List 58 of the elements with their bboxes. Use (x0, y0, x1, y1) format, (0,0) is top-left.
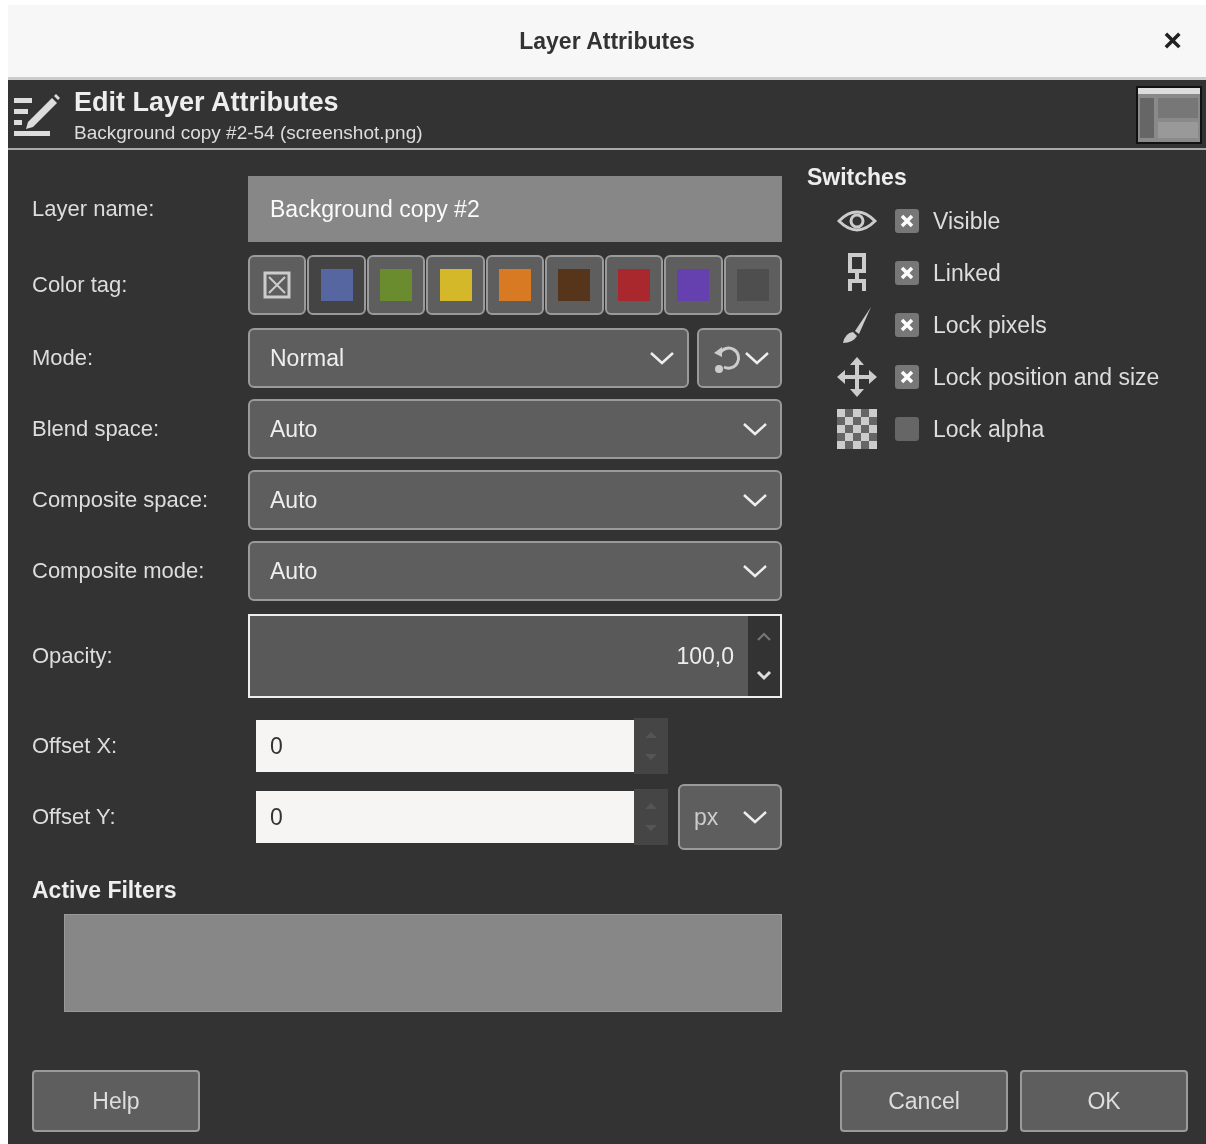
field-label: Offset X: (32, 733, 119, 759)
switch-label: Lock position and size (933, 363, 1160, 391)
section-title: Active Filters (32, 877, 178, 904)
checkbox[interactable] (895, 365, 919, 389)
offset-y-field[interactable]: 0 (256, 791, 634, 843)
chevron-down-icon (649, 350, 675, 366)
window-title: Layer Attributes (519, 27, 695, 55)
color-tag-button[interactable] (723, 255, 782, 315)
space-dropdown[interactable]: Auto (248, 541, 782, 601)
color-tag-button[interactable] (248, 255, 307, 315)
chevron-down-icon (742, 809, 768, 825)
checkbox[interactable] (895, 417, 919, 441)
space-dropdown[interactable]: Auto (248, 399, 782, 459)
opacity-spinbox[interactable]: 100,0 (248, 614, 782, 698)
space-dropdown[interactable]: Auto (248, 470, 782, 530)
chevron-down-icon (742, 492, 768, 508)
close-button[interactable]: × (1157, 25, 1188, 55)
move-icon (837, 357, 877, 397)
checkbox[interactable] (895, 209, 919, 233)
field-label: Offset Y: (32, 804, 117, 830)
dialog-subtitle: Background copy #2-54 (screenshot.png) (74, 121, 424, 144)
layer-name-field[interactable]: Background copy #2 (248, 176, 782, 242)
field-label: Composite space: (32, 487, 210, 513)
color-tag-button[interactable] (604, 255, 664, 315)
help-button[interactable]: Help (32, 1070, 200, 1132)
color-tag-button[interactable] (485, 255, 545, 315)
field-label: Color tag: (32, 272, 129, 298)
switch-label: Lock pixels (933, 311, 1047, 339)
ok-button[interactable]: OK (1020, 1070, 1188, 1132)
chevron-down-icon (743, 350, 770, 366)
mode-dropdown[interactable]: Normal (248, 328, 689, 388)
checkbox[interactable] (895, 261, 919, 285)
layer-thumbnail (1136, 86, 1202, 144)
cancel-button[interactable]: Cancel (840, 1070, 1008, 1132)
color-tag-button[interactable] (664, 255, 723, 315)
checkerboard-icon (837, 409, 877, 449)
color-tag-button[interactable] (366, 255, 426, 315)
switch-label: Lock alpha (933, 415, 1045, 443)
switch-label: Linked (933, 259, 1001, 287)
switch-label: Visible (933, 207, 1001, 235)
section-title: Switches (807, 164, 908, 191)
checkbox[interactable] (895, 313, 919, 337)
field-label: Layer name: (32, 196, 156, 222)
color-tag-button[interactable] (545, 255, 604, 315)
color-tag-button[interactable] (307, 255, 366, 315)
edit-icon (12, 92, 62, 138)
no-color-icon (263, 271, 292, 299)
reset-dropdown[interactable] (697, 328, 782, 388)
offset-x-field[interactable]: 0 (256, 720, 634, 772)
field-label: Composite mode: (32, 558, 206, 584)
unit-dropdown[interactable]: px (678, 784, 782, 850)
chevron-down-icon (742, 421, 768, 437)
field-label: Blend space: (32, 416, 161, 442)
dialog-title: Edit Layer Attributes (74, 86, 340, 118)
field-label: Mode: (32, 345, 95, 371)
field-label: Opacity: (32, 643, 114, 669)
chevron-down-icon (742, 563, 768, 579)
color-tag-button[interactable] (426, 255, 485, 315)
